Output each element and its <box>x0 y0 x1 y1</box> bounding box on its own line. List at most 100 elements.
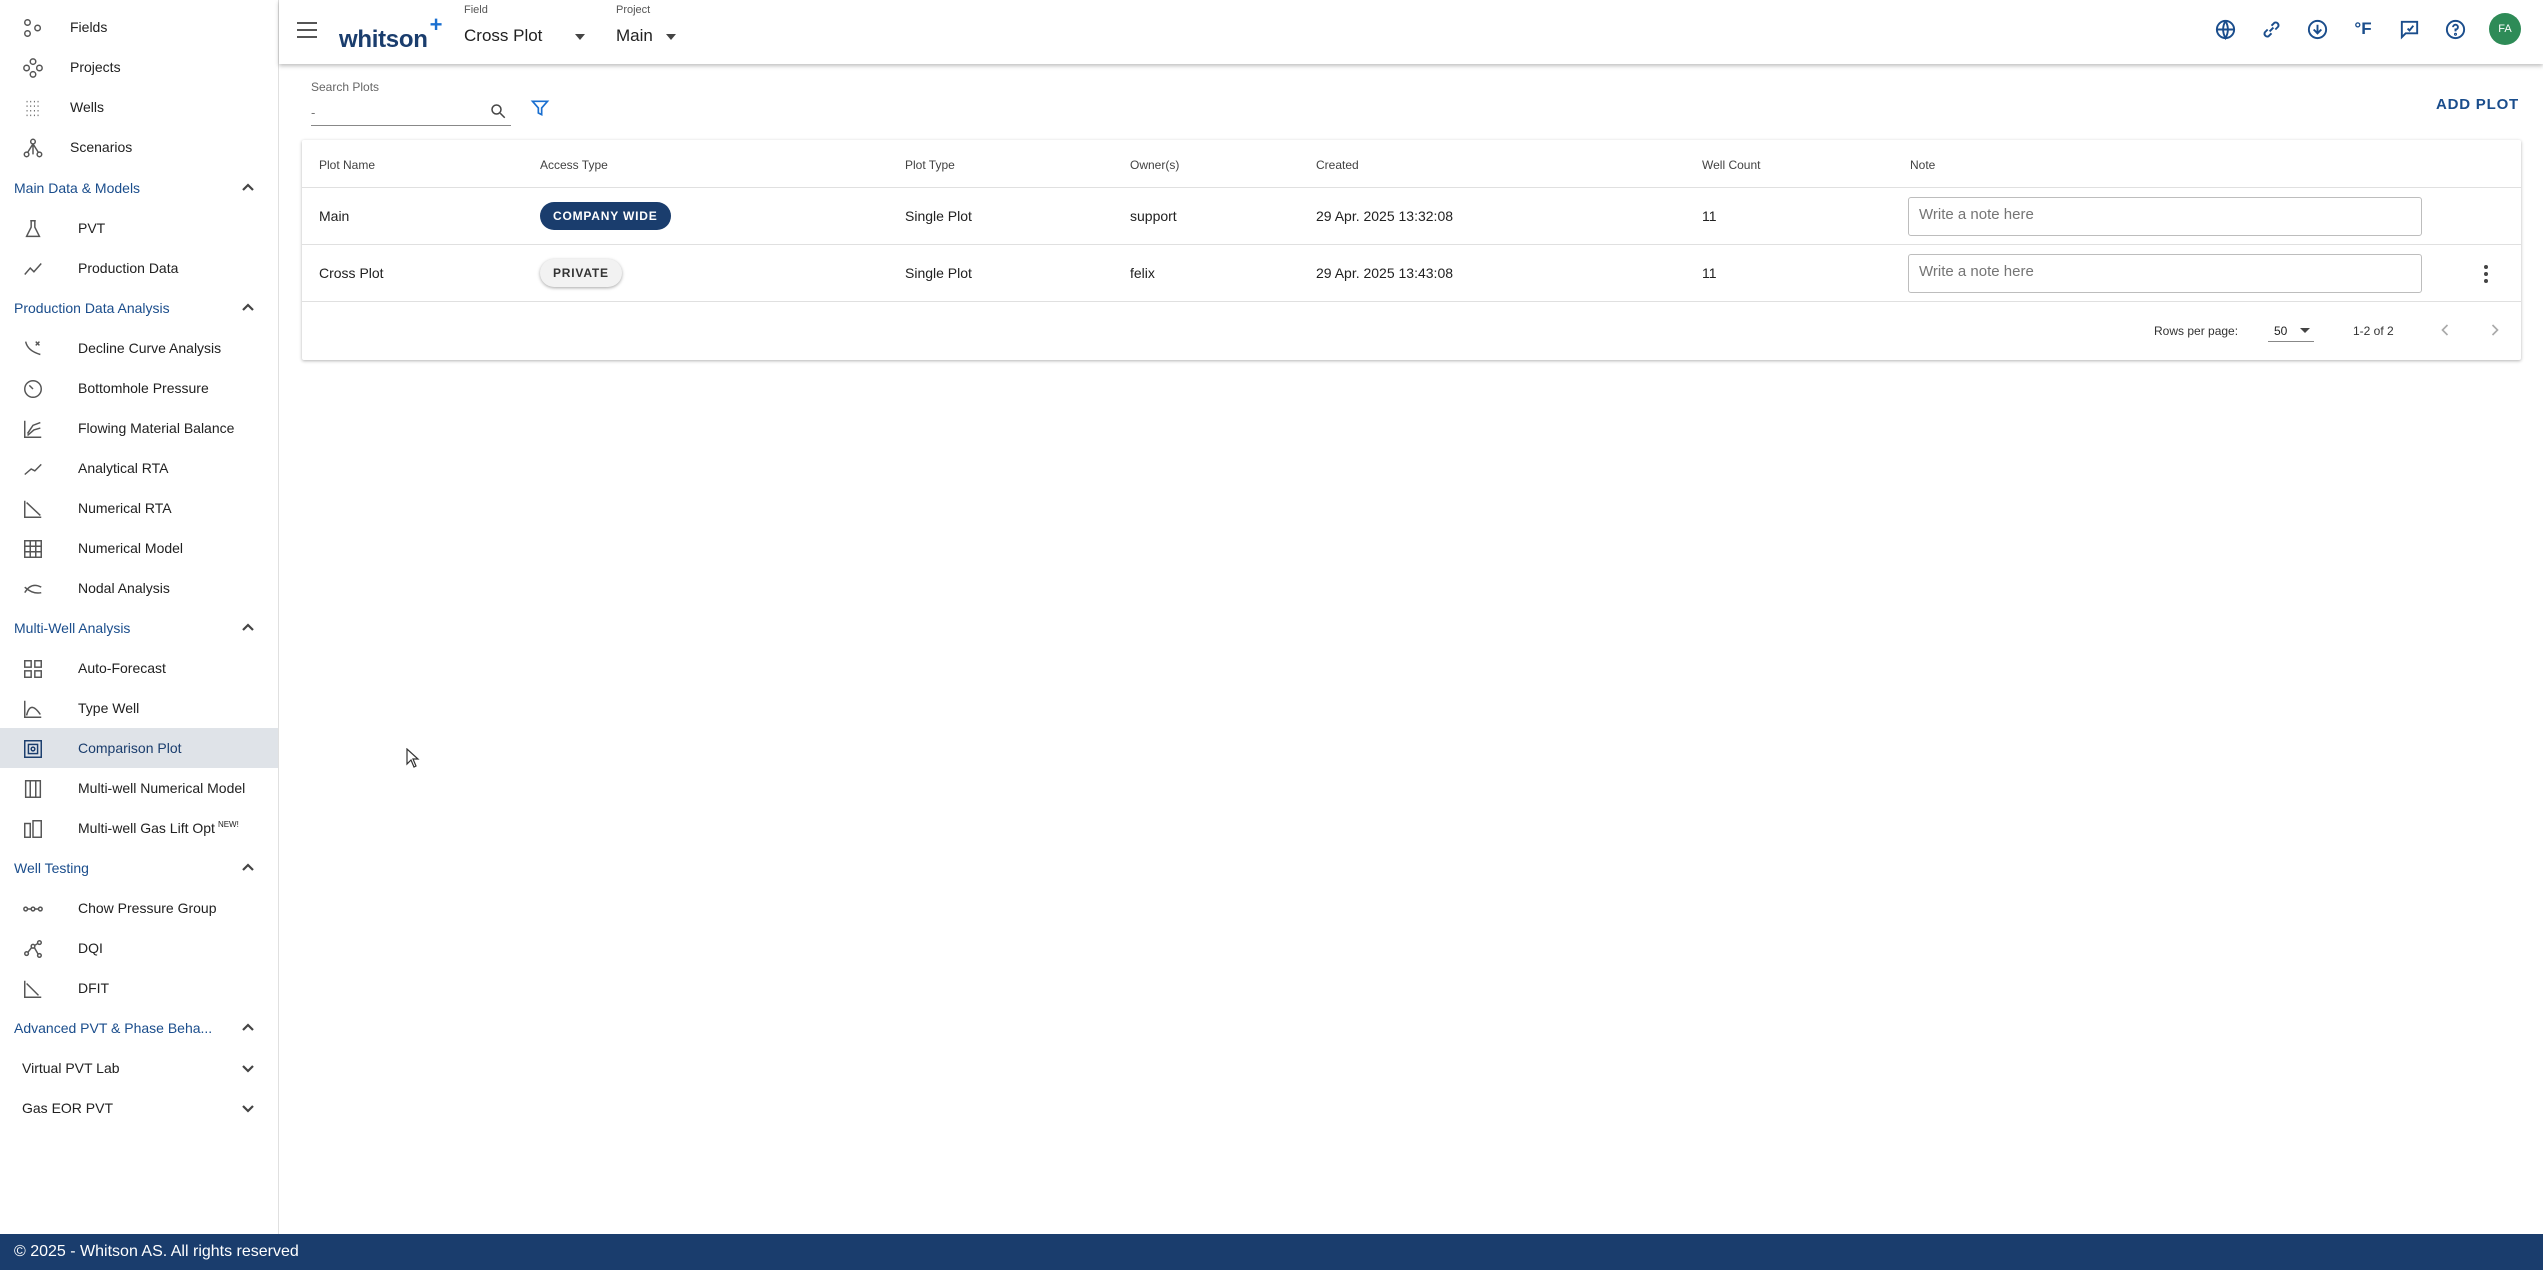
sidebar-item-label: DQI <box>78 940 103 956</box>
created: 29 Apr. 2025 13:32:08 <box>1316 208 1454 224</box>
table-row[interactable]: Cross Plot PRIVATE Single Plot felix 29 … <box>302 244 2521 301</box>
section-title: Main Data & Models <box>14 180 141 196</box>
chevron-up-icon <box>240 300 256 316</box>
chevron-right-icon[interactable] <box>2485 320 2505 340</box>
sidebar-item-wells[interactable]: Wells <box>0 87 278 127</box>
column-header[interactable]: Plot Name <box>319 158 375 172</box>
column-header[interactable]: Created <box>1316 158 1359 172</box>
sidebar-item-type-well[interactable]: Type Well <box>0 688 278 728</box>
well-count: 11 <box>1702 265 1717 281</box>
sidebar-item-label: Bottomhole Pressure <box>78 380 209 396</box>
sidebar-item-analytical-rta[interactable]: Analytical RTA <box>0 448 278 488</box>
project-value: Main <box>616 26 653 45</box>
filter-icon[interactable] <box>530 98 552 120</box>
sidebar-item-numerical-rta[interactable]: Numerical RTA <box>0 488 278 528</box>
scenarios-icon <box>22 137 44 159</box>
sidebar-item-multi-well-numerical-model[interactable]: Multi-well Numerical Model <box>0 768 278 808</box>
help-icon[interactable] <box>2443 17 2467 41</box>
sidebar-item-label: Virtual PVT Lab <box>22 1060 120 1076</box>
section-advanced-pvt[interactable]: Advanced PVT & Phase Beha... <box>0 1008 278 1048</box>
column-header[interactable]: Well Count <box>1702 158 1760 172</box>
note-input[interactable] <box>1908 197 2422 236</box>
sidebar-item-pvt[interactable]: PVT <box>0 208 278 248</box>
sidebar-item-gas-eor-pvt[interactable]: Gas EOR PVT <box>0 1088 278 1128</box>
sidebar-item-dqi[interactable]: DQI <box>0 928 278 968</box>
sidebar-item-numerical-model[interactable]: Numerical Model <box>0 528 278 568</box>
chevron-left-icon[interactable] <box>2435 320 2455 340</box>
trend-line-icon <box>22 258 44 280</box>
sidebar-item-label: Multi-well Numerical Model <box>78 780 246 796</box>
section-title: Well Testing <box>14 860 89 876</box>
fahrenheit-icon[interactable]: °F <box>2351 17 2375 41</box>
gas-lift-icon <box>22 818 44 840</box>
sidebar-item-multi-well-gas-lift-opt[interactable]: Multi-well Gas Lift Opt NEW! <box>0 808 278 848</box>
sidebar-item-dfit[interactable]: DFIT <box>0 968 278 1008</box>
sidebar: Fields Projects Wells Scenarios Main Dat… <box>0 0 279 1234</box>
sidebar-item-scenarios[interactable]: Scenarios <box>0 127 278 167</box>
user-avatar[interactable]: FA <box>2489 13 2521 45</box>
section-well-testing[interactable]: Well Testing <box>0 848 278 888</box>
access-chip[interactable]: PRIVATE <box>540 259 622 287</box>
sidebar-item-projects[interactable]: Projects <box>0 47 278 87</box>
add-plot-button[interactable]: ADD PLOT <box>2436 96 2519 113</box>
sidebar-item-production-data[interactable]: Production Data <box>0 248 278 288</box>
app-logo[interactable]: whitson+ <box>339 12 442 54</box>
search-caption: Search Plots <box>311 80 380 94</box>
chevron-up-icon <box>240 1020 256 1036</box>
project-selector[interactable]: Project Main <box>616 4 691 54</box>
sidebar-item-comparison-plot[interactable]: Comparison Plot <box>0 728 278 768</box>
sidebar-item-virtual-pvt-lab[interactable]: Virtual PVT Lab <box>0 1048 278 1088</box>
menu-icon[interactable] <box>297 22 317 38</box>
search-icon[interactable] <box>489 102 509 122</box>
sidebar-item-bottomhole-pressure[interactable]: Bottomhole Pressure <box>0 368 278 408</box>
download-icon[interactable] <box>2305 17 2329 41</box>
sidebar-item-label: Numerical RTA <box>78 500 172 516</box>
sidebar-item-nodal-analysis[interactable]: Nodal Analysis <box>0 568 278 608</box>
owner: support <box>1130 208 1177 224</box>
column-header[interactable]: Owner(s) <box>1130 158 1179 172</box>
feedback-icon[interactable] <box>2397 17 2421 41</box>
rows-per-page-label: Rows per page: <box>2154 324 2239 338</box>
projects-icon <box>22 57 44 79</box>
note-input[interactable] <box>1908 254 2422 293</box>
plots-table: Plot Name Access Type Plot Type Owner(s)… <box>302 140 2521 360</box>
type-well-icon <box>22 698 44 720</box>
search-plots: Search Plots <box>311 80 511 126</box>
section-multi-well-analysis[interactable]: Multi-Well Analysis <box>0 608 278 648</box>
sidebar-item-label: Flowing Material Balance <box>78 420 235 436</box>
field-selector[interactable]: Field Cross Plot <box>464 4 594 54</box>
sidebar-item-fields[interactable]: Fields <box>0 7 278 47</box>
nodal-icon <box>22 578 44 600</box>
rows-per-page-select[interactable]: 50 <box>2268 318 2314 342</box>
plot-type: Single Plot <box>905 265 972 281</box>
search-input[interactable] <box>311 100 511 126</box>
sidebar-item-label: Production Data <box>78 260 179 276</box>
sidebar-item-label: Gas EOR PVT <box>22 1100 114 1116</box>
columns-icon <box>22 778 44 800</box>
column-header[interactable]: Plot Type <box>905 158 955 172</box>
chevron-up-icon <box>240 860 256 876</box>
comparison-plot-icon <box>22 738 44 760</box>
column-header[interactable]: Note <box>1910 158 1935 172</box>
grid-model-icon <box>22 538 44 560</box>
table-row[interactable]: Main COMPANY WIDE Single Plot support 29… <box>302 187 2521 244</box>
plot-name[interactable]: Cross Plot <box>319 265 384 281</box>
well-count: 11 <box>1702 208 1717 224</box>
sidebar-item-auto-forecast[interactable]: Auto-Forecast <box>0 648 278 688</box>
sidebar-item-flowing-material-balance[interactable]: Flowing Material Balance <box>0 408 278 448</box>
created: 29 Apr. 2025 13:43:08 <box>1316 265 1454 281</box>
globe-icon[interactable] <box>2213 17 2237 41</box>
access-chip[interactable]: COMPANY WIDE <box>540 202 671 230</box>
section-production-data-analysis[interactable]: Production Data Analysis <box>0 288 278 328</box>
more-vert-icon[interactable] <box>2476 263 2496 285</box>
sidebar-item-label: PVT <box>78 220 106 236</box>
link-icon[interactable] <box>2259 17 2283 41</box>
sidebar-item-label: Scenarios <box>70 139 133 155</box>
flask-icon <box>22 218 44 240</box>
sidebar-item-chow-pressure-group[interactable]: Chow Pressure Group <box>0 888 278 928</box>
sidebar-item-decline-curve-analysis[interactable]: Decline Curve Analysis <box>0 328 278 368</box>
chevron-down-icon <box>240 1060 256 1076</box>
plot-name[interactable]: Main <box>319 208 349 224</box>
column-header[interactable]: Access Type <box>540 158 608 172</box>
section-main-data-models[interactable]: Main Data & Models <box>0 168 278 208</box>
